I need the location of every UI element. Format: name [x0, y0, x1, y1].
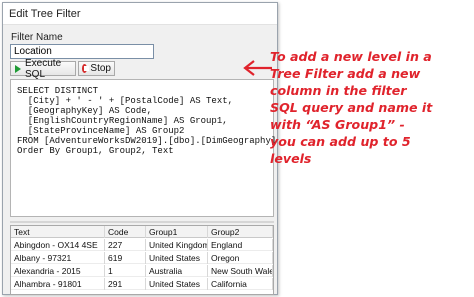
callout-line: you can add up to 5 [270, 134, 411, 149]
column-header-group2[interactable]: Group2 [208, 226, 273, 238]
stop-button[interactable]: Stop [78, 61, 115, 76]
cell-group1: Australia [146, 265, 208, 277]
cell-group2: California [208, 278, 273, 290]
sql-line: [StateProvinceName] AS Group2 [17, 126, 185, 136]
table-row[interactable]: Albany - 97321 619 United States Oregon [11, 252, 273, 264]
edit-tree-filter-window: Edit Tree Filter Filter Name Execute SQL… [2, 2, 278, 295]
play-icon [15, 64, 21, 73]
sql-line: [City] + ' - ' + [PostalCode] AS Text, [17, 96, 234, 106]
column-header-group1[interactable]: Group1 [146, 226, 208, 238]
annotation-callout: To add a new level in a Tree Filter add … [270, 48, 474, 167]
stop-label: Stop [90, 63, 111, 74]
cell-group1: United Kingdom [146, 239, 208, 251]
table-row[interactable]: Abingdon - OX14 4SE 227 United Kingdom E… [11, 239, 273, 251]
callout-line: SQL query and name it [270, 100, 433, 115]
callout-line: levels [270, 151, 312, 166]
results-grid: Text Code Group1 Group2 Abingdon - OX14 … [10, 225, 274, 295]
sql-editor[interactable]: SELECT DISTINCT [City] + ' - ' + [Postal… [10, 79, 277, 217]
window-title: Edit Tree Filter [9, 8, 81, 20]
callout-line: Tree Filter add a new [270, 66, 421, 81]
sql-line: FROM [AdventureWorksDW2019].[dbo].[DimGe… [17, 136, 277, 146]
stop-icon [82, 64, 90, 73]
cell-code: 291 [105, 278, 146, 290]
column-header-text[interactable]: Text [11, 226, 105, 238]
cell-group2: New South Wales [208, 265, 273, 277]
cell-text: Albany - 97321 [11, 252, 105, 264]
callout-line: column in the filter [270, 83, 407, 98]
cell-group1: United States [146, 252, 208, 264]
cell-group2: England [208, 239, 273, 251]
cell-group2: Oregon [208, 252, 273, 264]
sql-line: [GeographyKey] AS Code, [17, 106, 153, 116]
execute-sql-button[interactable]: Execute SQL [10, 58, 76, 80]
callout-line: To add a new level in a [270, 49, 432, 64]
filter-name-label: Filter Name [11, 32, 63, 43]
cell-code: 619 [105, 252, 146, 264]
column-header-code[interactable]: Code [105, 226, 146, 238]
cell-code: 227 [105, 239, 146, 251]
splitter[interactable] [10, 221, 274, 223]
arrow-icon [243, 60, 272, 76]
sql-line: [EnglishCountryRegionName] AS Group1, [17, 116, 228, 126]
sql-line: Order By Group1, Group2, Text [17, 146, 174, 156]
title-bar[interactable]: Edit Tree Filter [3, 3, 277, 25]
cell-text: Alhambra - 91801 [11, 278, 105, 290]
cell-code: 1 [105, 265, 146, 277]
table-row[interactable]: Alhambra - 91801 291 United States Calif… [11, 278, 273, 290]
execute-sql-label: Execute SQL [25, 57, 62, 80]
table-row[interactable]: Alexandria - 2015 1 Australia New South … [11, 265, 273, 277]
cell-group1: United States [146, 278, 208, 290]
callout-line: with “AS Group1” - [270, 117, 405, 132]
grid-header: Text Code Group1 Group2 [11, 226, 273, 238]
sql-line: SELECT DISTINCT [17, 86, 99, 96]
cell-text: Abingdon - OX14 4SE [11, 239, 105, 251]
cell-text: Alexandria - 2015 [11, 265, 105, 277]
